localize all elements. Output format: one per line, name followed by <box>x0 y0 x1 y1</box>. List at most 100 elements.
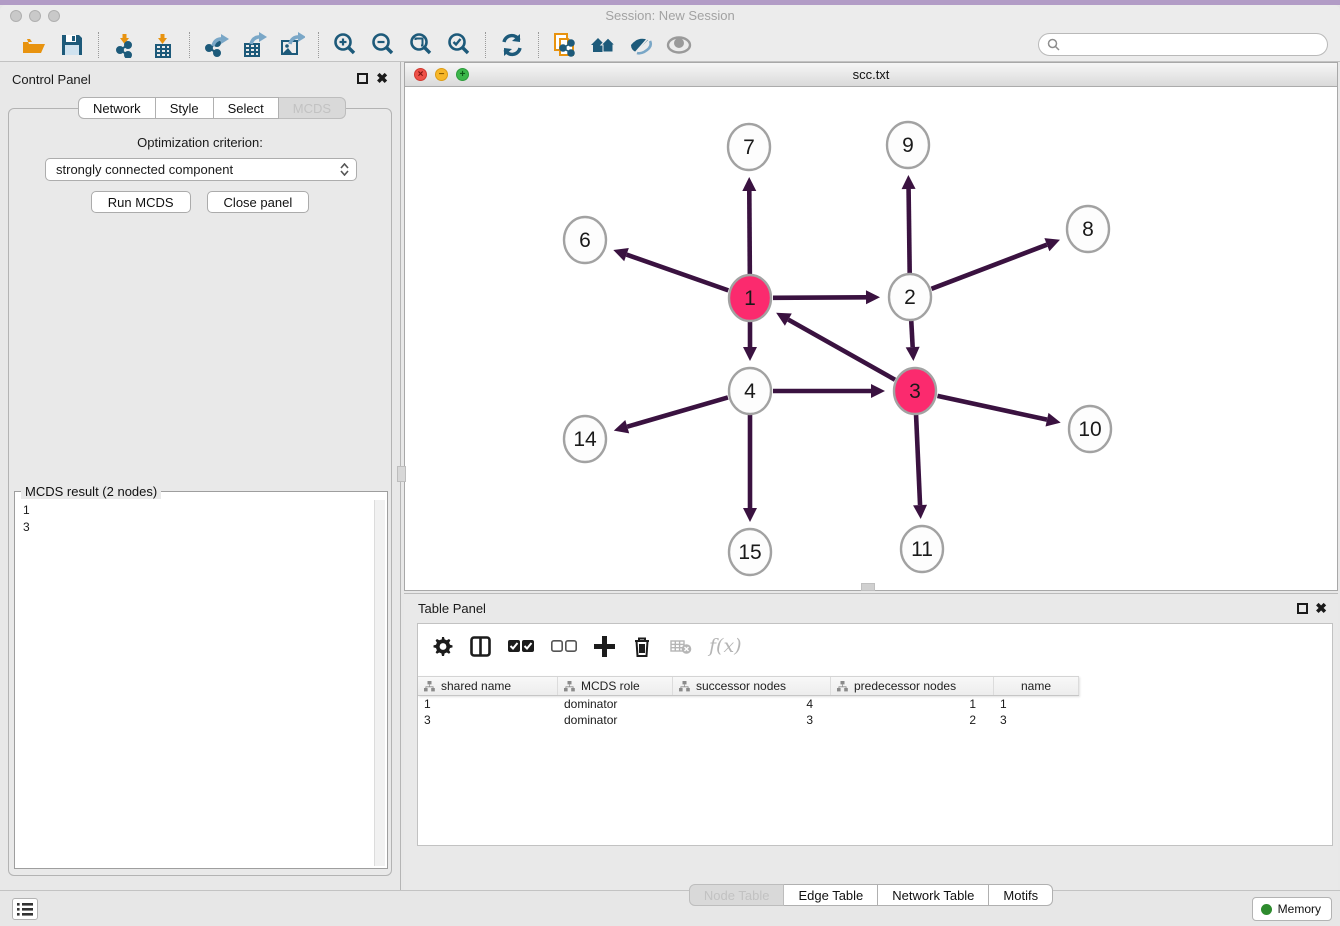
graph-node-9[interactable]: 9 <box>887 122 929 168</box>
export-table-button[interactable] <box>238 31 270 59</box>
mcds-tab-content: Optimization criterion: strongly connect… <box>8 108 392 876</box>
close-panel-icon[interactable]: ✖ <box>376 73 388 84</box>
deselect-all-rows-button[interactable] <box>551 636 577 657</box>
zoom-in-button[interactable] <box>329 31 361 59</box>
export-image-button[interactable] <box>276 31 308 59</box>
split-columns-button[interactable] <box>470 636 491 657</box>
graph-node-1[interactable]: 1 <box>729 275 771 321</box>
result-scrollbar[interactable] <box>374 500 385 866</box>
first-neighbors-button[interactable] <box>587 31 619 59</box>
apply-function-button[interactable]: f(x) <box>709 635 742 657</box>
edge-2-3[interactable] <box>911 320 912 347</box>
column-header-MCDS-role[interactable]: MCDS role <box>558 677 673 695</box>
tab-style[interactable]: Style <box>156 97 214 119</box>
table-rows: 1dominator4113dominator323 <box>418 697 1332 729</box>
select-all-rows-icon <box>508 636 534 657</box>
edge-3-1[interactable] <box>788 320 895 380</box>
edge-arrow-3-10 <box>1046 413 1061 427</box>
vertical-splitter-handle[interactable] <box>397 466 406 482</box>
tab-motifs[interactable]: Motifs <box>989 884 1053 906</box>
main-toolbar <box>0 28 1340 62</box>
horizontal-splitter-handle[interactable] <box>861 583 875 591</box>
task-history-button[interactable] <box>12 898 38 920</box>
criterion-dropdown[interactable]: strongly connected component <box>45 158 357 181</box>
table-cell: dominator <box>558 697 673 713</box>
zoom-out-button[interactable] <box>367 31 399 59</box>
optimization-criterion-label: Optimization criterion: <box>9 135 391 150</box>
network-window-title: scc.txt <box>405 67 1337 82</box>
window-title: Session: New Session <box>0 8 1340 23</box>
graph-node-8[interactable]: 8 <box>1067 206 1109 252</box>
graph-node-11[interactable]: 11 <box>901 526 943 572</box>
graph-node-4[interactable]: 4 <box>729 368 771 414</box>
tab-node-table[interactable]: Node Table <box>689 884 785 906</box>
delete-table-button[interactable] <box>670 636 692 657</box>
run-mcds-button[interactable]: Run MCDS <box>91 191 191 213</box>
zoom-selected-icon <box>446 32 472 58</box>
export-table-icon <box>241 32 267 58</box>
search-field[interactable] <box>1038 33 1328 56</box>
table-close-icon[interactable]: ✖ <box>1315 603 1327 614</box>
search-input[interactable] <box>1064 36 1327 54</box>
edge-3-11[interactable] <box>916 414 920 505</box>
save-session-button[interactable] <box>56 31 88 59</box>
edge-arrow-4-15 <box>743 508 757 522</box>
add-column-button[interactable] <box>594 636 615 657</box>
duplicate-network-button[interactable] <box>549 31 581 59</box>
graphics-details-button[interactable] <box>625 31 657 59</box>
graph-node-2[interactable]: 2 <box>889 274 931 320</box>
close-panel-button[interactable]: Close panel <box>207 191 310 213</box>
table-row[interactable]: 3dominator323 <box>418 713 1332 729</box>
node-label-9: 9 <box>902 134 914 157</box>
float-panel-icon[interactable] <box>357 73 368 84</box>
node-label-7: 7 <box>743 136 755 159</box>
edge-arrow-4-3 <box>871 384 885 398</box>
column-type-icon <box>837 681 848 692</box>
tab-select[interactable]: Select <box>214 97 279 119</box>
edge-4-14[interactable] <box>627 397 728 426</box>
zoom-selected-button[interactable] <box>443 31 475 59</box>
save-session-icon <box>59 32 85 58</box>
tab-network-table[interactable]: Network Table <box>878 884 989 906</box>
table-cell: dominator <box>558 713 673 729</box>
birds-eye-view-button[interactable] <box>663 31 695 59</box>
tab-edge-table[interactable]: Edge Table <box>784 884 878 906</box>
graph-node-15[interactable]: 15 <box>729 529 771 575</box>
edge-1-2[interactable] <box>773 297 866 298</box>
column-header-shared-name[interactable]: shared name <box>418 677 558 695</box>
tab-network[interactable]: Network <box>78 97 156 119</box>
memory-label: Memory <box>1278 902 1321 916</box>
edge-2-9[interactable] <box>909 189 910 274</box>
duplicate-network-icon <box>552 32 578 58</box>
edge-3-10[interactable] <box>937 396 1047 420</box>
zoom-fit-button[interactable] <box>405 31 437 59</box>
graph-node-3[interactable]: 3 <box>894 368 936 414</box>
edge-2-8[interactable] <box>931 245 1046 289</box>
table-settings-button[interactable] <box>432 636 453 657</box>
edge-1-6[interactable] <box>627 255 729 291</box>
memory-button[interactable]: Memory <box>1252 897 1332 921</box>
network-window-titlebar[interactable]: × − + scc.txt <box>405 63 1337 87</box>
table-row[interactable]: 1dominator411 <box>418 697 1332 713</box>
node-label-1: 1 <box>744 287 756 310</box>
column-header-name[interactable]: name <box>994 677 1079 695</box>
table-cell: 1 <box>831 697 994 713</box>
tab-mcds[interactable]: MCDS <box>279 97 346 119</box>
status-bar: Memory <box>0 890 1340 926</box>
graph-node-14[interactable]: 14 <box>564 416 606 462</box>
column-header-successor-nodes[interactable]: successor nodes <box>673 677 831 695</box>
graph-node-7[interactable]: 7 <box>728 124 770 170</box>
refresh-layout-button[interactable] <box>496 31 528 59</box>
table-float-icon[interactable] <box>1297 603 1308 614</box>
delete-column-button[interactable] <box>632 636 653 657</box>
select-all-rows-button[interactable] <box>508 636 534 657</box>
column-header-predecessor-nodes[interactable]: predecessor nodes <box>831 677 994 695</box>
network-canvas[interactable]: 1 2 3 4 6 7 8 9 10 11 14 15 <box>405 87 1337 590</box>
graph-node-6[interactable]: 6 <box>564 217 606 263</box>
edge-1-7[interactable] <box>749 191 750 275</box>
open-file-button[interactable] <box>18 31 50 59</box>
graph-node-10[interactable]: 10 <box>1069 406 1111 452</box>
import-network-button[interactable] <box>109 31 141 59</box>
export-network-button[interactable] <box>200 31 232 59</box>
import-table-button[interactable] <box>147 31 179 59</box>
